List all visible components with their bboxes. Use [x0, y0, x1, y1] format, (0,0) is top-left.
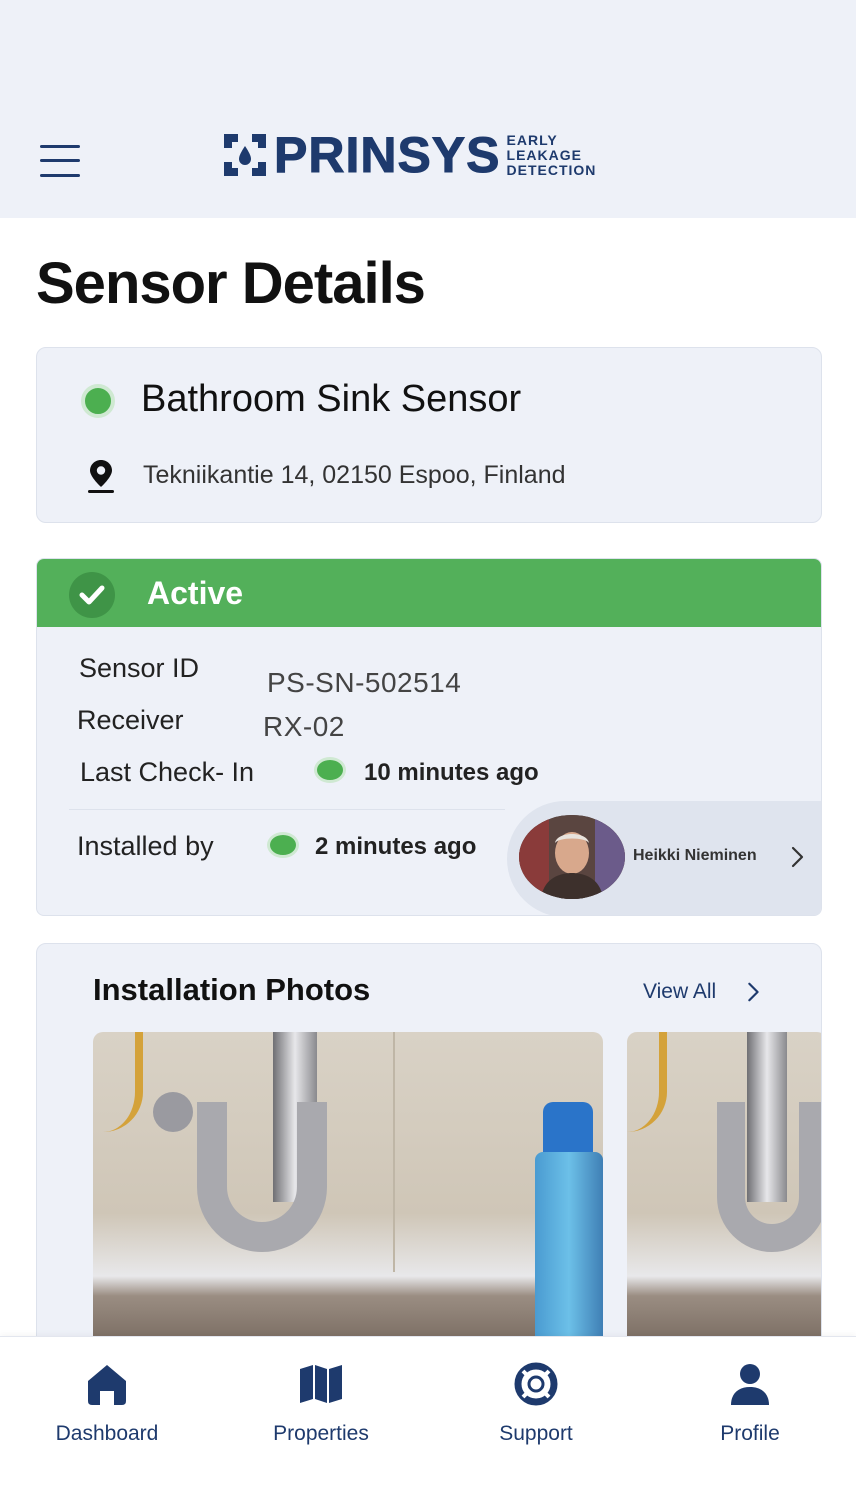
installed-status-dot-icon [267, 832, 299, 858]
installer-profile-button[interactable]: Heikki Nieminen [507, 801, 821, 915]
sensor-id-value: PS-SN-502514 [267, 667, 462, 698]
installed-by-value: 2 minutes ago [315, 833, 477, 860]
status-label: Active [147, 575, 244, 611]
person-icon [731, 1364, 769, 1405]
installation-photo[interactable] [93, 1032, 603, 1362]
photos-section-title: Installation Photos [93, 972, 371, 1007]
sensor-name: Bathroom Sink Sensor [141, 378, 522, 420]
app-screen: PRINSYS EARLY LEAKAGE DETECTION Sensor D… [0, 0, 856, 1500]
sensor-status-card: Active Sensor ID PS-SN-502514 Receiver R… [36, 558, 822, 916]
sensor-location-card: Bathroom Sink Sensor Tekniikantie 14, 02… [36, 347, 822, 523]
logo-tagline: EARLY LEAKAGE DETECTION [506, 131, 597, 178]
nav-profile[interactable]: Profile [670, 1361, 830, 1446]
installation-photo[interactable] [627, 1032, 821, 1362]
status-dot-icon [81, 384, 115, 418]
checkin-status-dot-icon [314, 757, 346, 783]
divider [69, 809, 505, 810]
status-banner: Active [37, 559, 821, 627]
prinsys-logo: PRINSYS EARLY LEAKAGE DETECTION [222, 127, 597, 183]
nav-support[interactable]: Support [456, 1361, 616, 1446]
sensor-id-label: Sensor ID [79, 653, 200, 683]
chevron-right-icon [791, 846, 804, 868]
map-icon [300, 1365, 342, 1403]
bottom-navigation: Dashboard Properties Support Profile [0, 1336, 856, 1500]
receiver-value: RX-02 [263, 711, 345, 742]
installed-by-label: Installed by [77, 831, 214, 861]
sensor-address: Tekniikantie 14, 02150 Espoo, Finland [143, 461, 566, 489]
chevron-right-icon [748, 982, 759, 1002]
avatar [519, 815, 625, 899]
last-checkin-label: Last Check- In [80, 757, 255, 787]
logo-wordmark: PRINSYS [274, 127, 501, 183]
receiver-label: Receiver [77, 705, 184, 735]
nav-dashboard[interactable]: Dashboard [27, 1361, 187, 1446]
lifebuoy-icon [514, 1362, 558, 1406]
hamburger-icon [40, 145, 80, 148]
check-circle-icon [69, 572, 115, 618]
nav-properties[interactable]: Properties [241, 1361, 401, 1446]
view-all-link[interactable]: View All [643, 980, 764, 1004]
location-pin-icon [88, 460, 114, 493]
logo-mark-icon [224, 134, 266, 176]
page-title: Sensor Details [36, 251, 426, 316]
last-checkin-value: 10 minutes ago [364, 759, 539, 786]
menu-button[interactable] [38, 143, 82, 179]
app-header: PRINSYS EARLY LEAKAGE DETECTION [0, 0, 856, 218]
installer-name: Heikki Nieminen [633, 847, 757, 864]
home-icon [88, 1365, 126, 1405]
